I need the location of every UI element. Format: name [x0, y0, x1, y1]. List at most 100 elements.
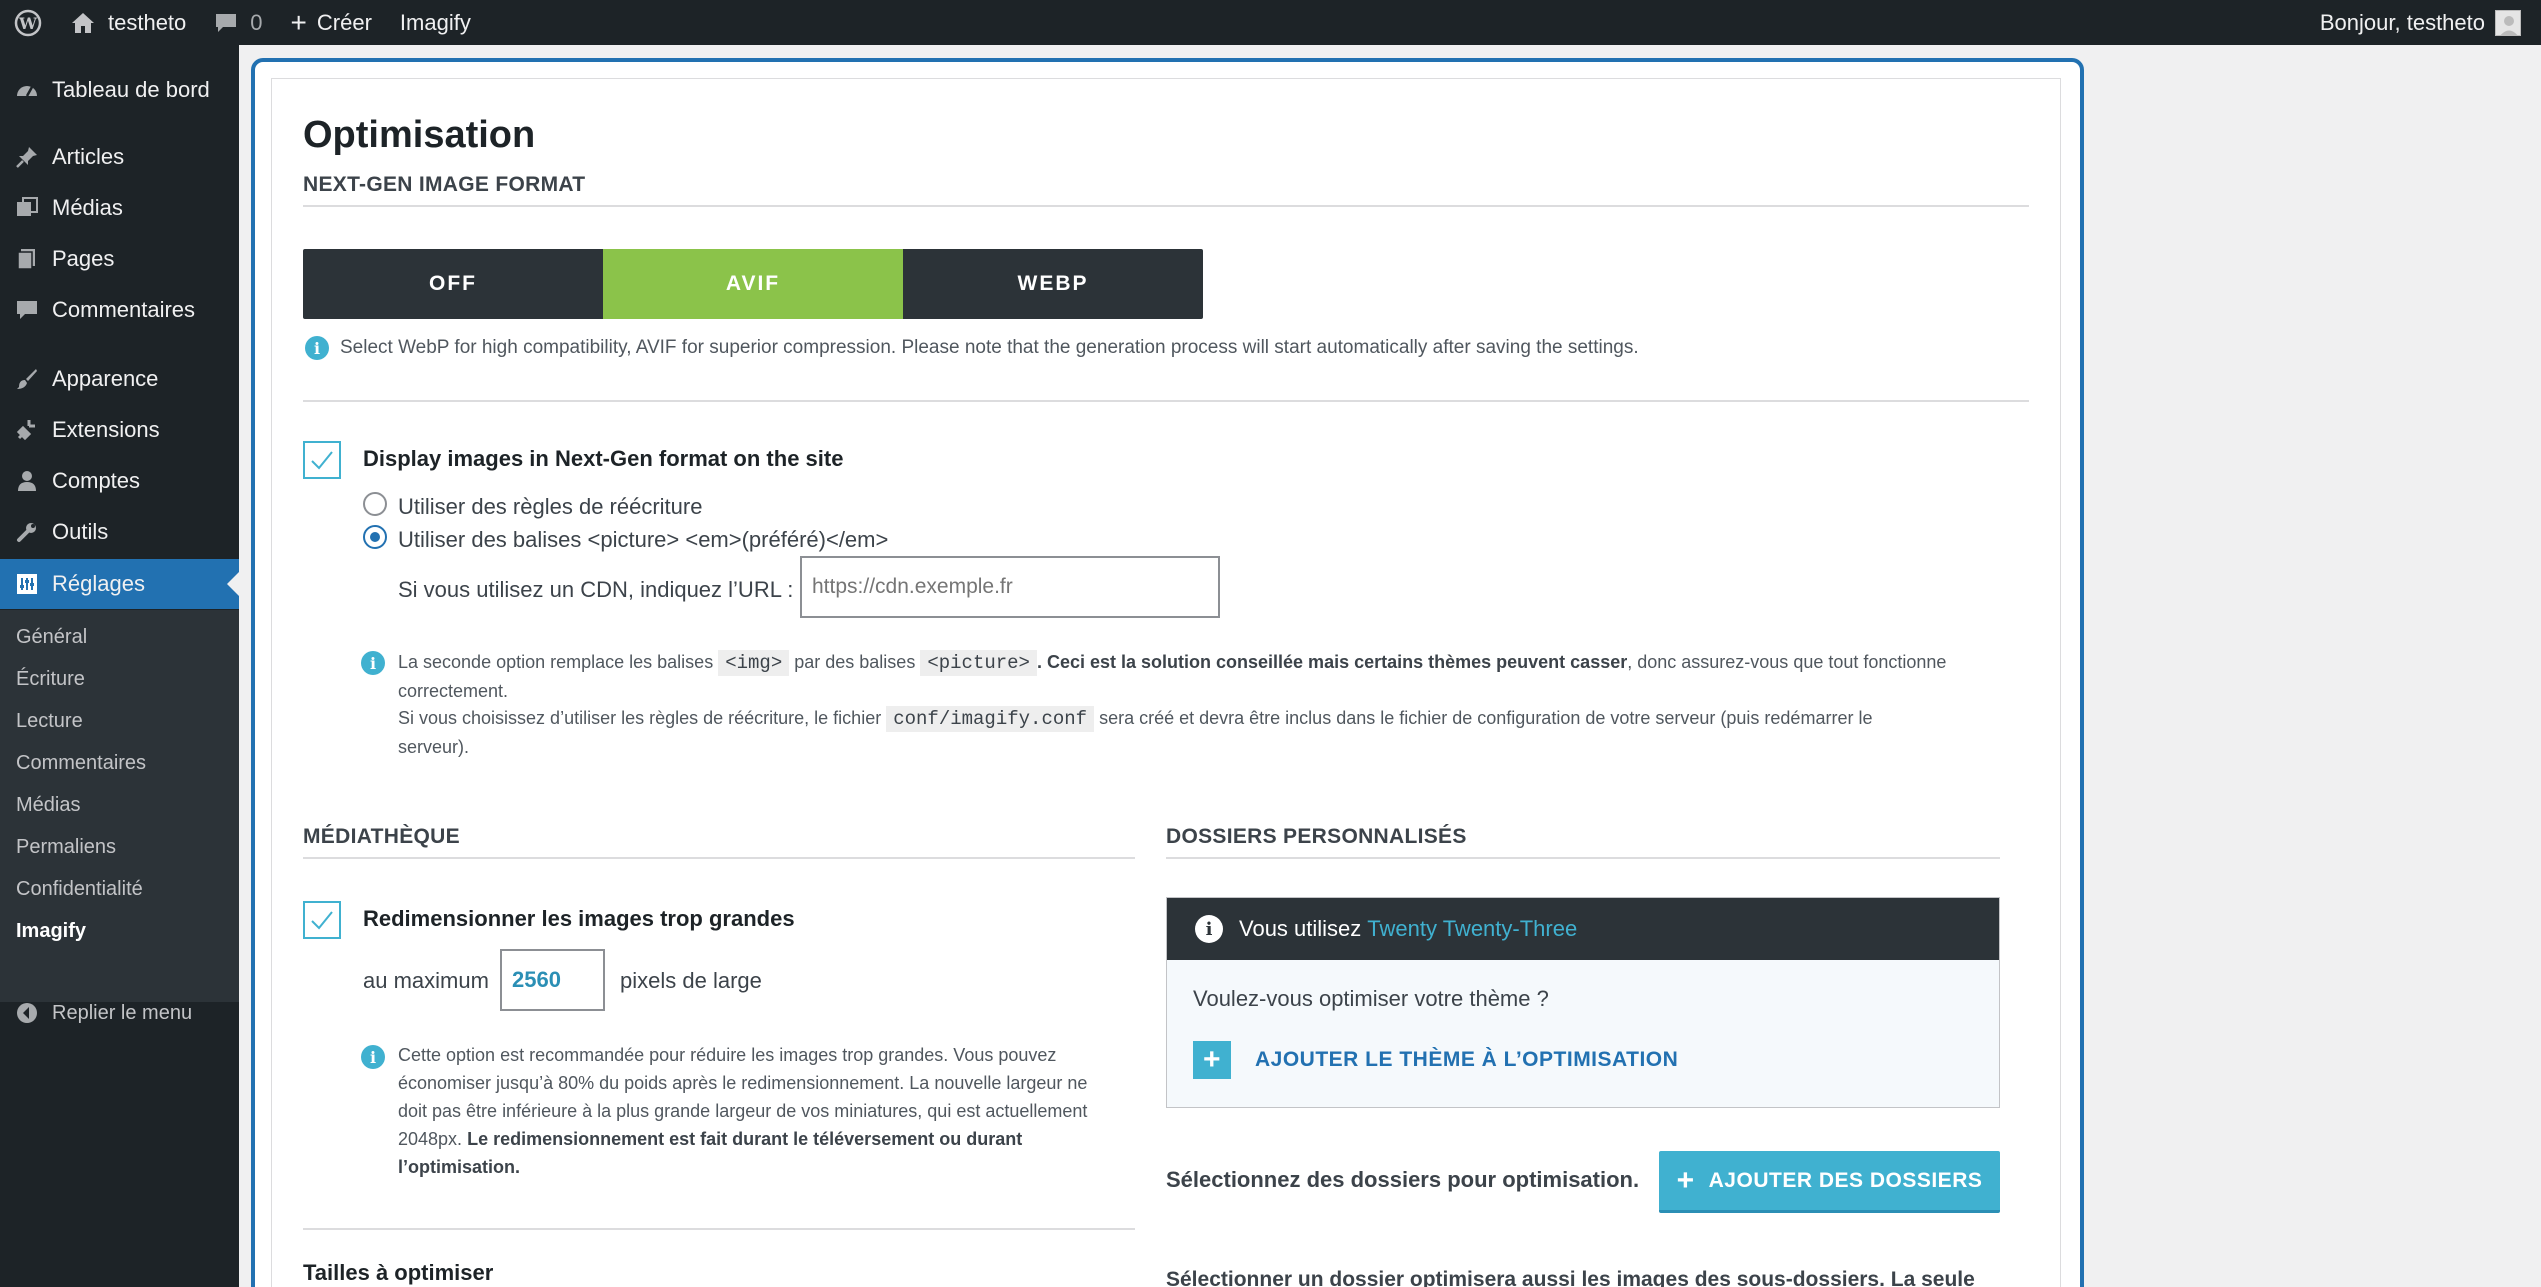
media-icon — [14, 195, 40, 221]
subfolders-note: Sélectionner un dossier optimisera aussi… — [1166, 1268, 1975, 1287]
submenu-reading[interactable]: Lecture — [16, 710, 83, 733]
imagify-menu-link[interactable]: Imagify — [386, 0, 485, 45]
imagify-label: Imagify — [399, 9, 471, 35]
sidebar-item-dashboard[interactable]: Tableau de bord — [0, 65, 239, 115]
sidebar-label: Médias — [52, 195, 123, 220]
nextgen-note: Select WebP for high compatibility, AVIF… — [340, 337, 1639, 358]
picture-tags-radio[interactable] — [363, 525, 387, 549]
greeting: Bonjour, testheto — [2319, 9, 2485, 35]
submenu-privacy[interactable]: Confidentialité — [16, 878, 143, 901]
plugin-icon — [14, 417, 40, 443]
pin-icon — [14, 144, 40, 170]
sidebar-item-medias[interactable]: Médias — [0, 183, 239, 233]
format-option-webp[interactable]: WEBP — [903, 249, 1203, 319]
picture-note: La seconde option remplace les balises <… — [398, 648, 2028, 705]
note-text: , donc assurez-vous que tout fonctionne — [1627, 652, 1947, 672]
format-option-off[interactable]: OFF — [303, 249, 603, 319]
rewrite-rules-label: Utiliser des règles de réécriture — [398, 494, 703, 519]
max-suffix: pixels de large — [620, 968, 762, 993]
sidebar-item-articles[interactable]: Articles — [0, 132, 239, 182]
sidebar-label: Commentaires — [52, 297, 196, 322]
theme-question: Voulez-vous optimiser votre thème ? — [1193, 986, 1549, 1011]
note-code: conf/imagify.conf — [886, 706, 1095, 732]
submenu-media[interactable]: Médias — [16, 794, 80, 817]
info-icon: i — [305, 336, 329, 360]
settings-submenu: Général Écriture Lecture Commentaires Mé… — [0, 610, 239, 1002]
my-account-link[interactable]: Bonjour, testheto — [2319, 9, 2541, 36]
add-folders-label: AJOUTER DES DOSSIERS — [1708, 1168, 1983, 1192]
collapse-menu-button[interactable]: Replier le menu — [0, 988, 239, 1038]
home-icon — [70, 11, 96, 35]
submenu-discussion[interactable]: Commentaires — [16, 752, 146, 775]
display-nextgen-checkbox[interactable] — [303, 441, 341, 479]
custom-folders-section-title: DOSSIERS PERSONNALISÉS — [1166, 825, 1467, 848]
settings-icon — [14, 571, 40, 597]
resize-note: Cette option est recommandée pour réduir… — [398, 1041, 1138, 1181]
plus-icon: + — [1676, 1163, 1695, 1197]
note-text: Cette option est recommandée pour réduir… — [398, 1045, 1057, 1065]
note-text: 2048px. — [398, 1129, 463, 1149]
user-icon — [14, 468, 40, 494]
collapse-label: Replier le menu — [52, 1001, 193, 1024]
site-name-link[interactable]: testheto — [56, 0, 200, 45]
sidebar-item-settings[interactable]: Réglages — [0, 559, 239, 609]
sidebar-item-users[interactable]: Comptes — [0, 456, 239, 506]
rewrite-note: Si vous choisissez d’utiliser les règles… — [398, 704, 2028, 761]
divider — [303, 205, 2029, 207]
sidebar-item-comments[interactable]: Commentaires — [0, 285, 239, 335]
comments-icon — [14, 297, 40, 323]
info-icon: i — [361, 651, 385, 675]
sidebar-label: Pages — [52, 246, 115, 271]
format-option-avif[interactable]: AVIF — [603, 249, 903, 319]
plus-icon: + — [1193, 1041, 1231, 1079]
sidebar-item-pages[interactable]: Pages — [0, 234, 239, 284]
sidebar-label: Comptes — [52, 468, 141, 493]
wordpress-logo-icon[interactable]: W — [0, 0, 56, 45]
rewrite-rules-radio[interactable] — [363, 492, 387, 516]
admin-sidebar: Tableau de bord Articles Médias Pages Co… — [0, 45, 239, 1287]
resize-label: Redimensionner les images trop grandes — [363, 906, 795, 931]
admin-bar: W testheto 0 + Créer Imagify Bonjour, te… — [0, 0, 2541, 45]
theme-box: i Vous utilisez Twenty Twenty-Three Voul… — [1166, 897, 2000, 1108]
note-bold: Le redimensionnement est fait durant le … — [467, 1129, 1023, 1149]
note-text: La seconde option remplace les balises — [398, 652, 714, 672]
note-text: économiser jusqu’à 80% du poids après le… — [398, 1073, 1088, 1093]
note-bold: l’optimisation. — [398, 1157, 521, 1177]
sidebar-label: Réglages — [52, 571, 145, 596]
max-prefix: au maximum — [363, 968, 489, 993]
media-section-title: MÉDIATHÈQUE — [303, 825, 460, 848]
checkmark-icon — [311, 451, 333, 470]
add-theme-button[interactable]: + AJOUTER LE THÈME À L’OPTIMISATION — [1193, 1041, 1678, 1079]
new-content-link[interactable]: + Créer — [277, 0, 386, 45]
submenu-imagify[interactable]: Imagify — [16, 920, 86, 943]
cdn-url-input[interactable] — [800, 556, 1220, 618]
wrench-icon — [14, 519, 40, 545]
sidebar-item-appearance[interactable]: Apparence — [0, 354, 239, 404]
display-nextgen-label: Display images in Next-Gen format on the… — [363, 446, 844, 471]
checkmark-icon — [311, 911, 333, 930]
submenu-permalinks[interactable]: Permaliens — [16, 836, 116, 859]
max-width-input[interactable]: 2560 — [500, 949, 605, 1011]
sidebar-label: Extensions — [52, 417, 160, 442]
divider — [303, 857, 1135, 859]
comments-link[interactable]: 0 — [200, 0, 276, 45]
resize-checkbox[interactable] — [303, 901, 341, 939]
sidebar-item-plugins[interactable]: Extensions — [0, 405, 239, 455]
note-text: par des balises — [794, 652, 916, 672]
comment-bubble-icon — [214, 12, 238, 34]
cdn-label: Si vous utilisez un CDN, indiquez l’URL … — [398, 577, 794, 602]
note-bold: . Ceci est la solution conseillée mais c… — [1036, 652, 1628, 672]
submenu-writing[interactable]: Écriture — [16, 668, 85, 691]
theme-name-link[interactable]: Twenty Twenty-Three — [1367, 916, 1577, 942]
sidebar-label: Apparence — [52, 366, 159, 391]
info-icon: i — [361, 1045, 385, 1069]
add-folders-button[interactable]: + AJOUTER DES DOSSIERS — [1659, 1151, 2000, 1213]
sidebar-item-tools[interactable]: Outils — [0, 507, 239, 557]
submenu-general[interactable]: Général — [16, 626, 87, 649]
sidebar-label: Tableau de bord — [52, 77, 210, 102]
picture-tags-label: Utiliser des balises <picture> <em>(préf… — [398, 527, 889, 552]
new-label: Créer — [316, 9, 372, 35]
sidebar-label: Outils — [52, 519, 109, 544]
info-icon: i — [1195, 915, 1223, 943]
svg-text:W: W — [18, 14, 38, 33]
